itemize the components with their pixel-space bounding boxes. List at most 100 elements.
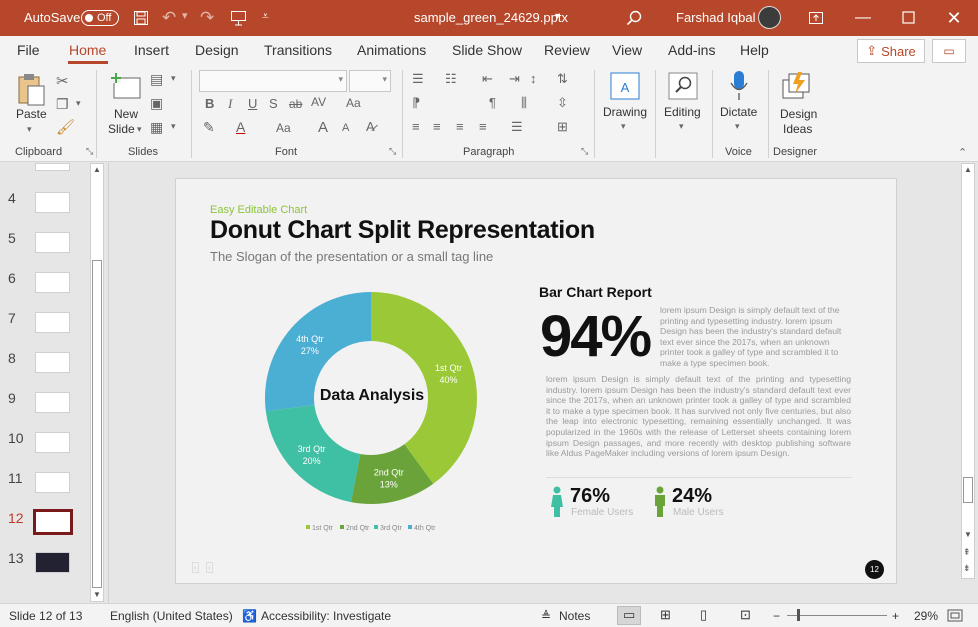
distribute-icon[interactable]: ☰ — [511, 119, 523, 135]
copy-dropdown-icon[interactable]: ▾ — [76, 98, 81, 109]
character-spacing-icon[interactable]: AV — [311, 95, 326, 109]
tab-home[interactable]: Home — [69, 42, 106, 58]
undo-icon[interactable]: ↶ — [162, 8, 176, 28]
scroll-down-icon[interactable]: ▼ — [93, 590, 101, 599]
increase-indent-icon[interactable]: ⇥ — [509, 71, 520, 87]
font-color-icon[interactable]: A — [236, 119, 245, 135]
tab-file[interactable]: File — [17, 42, 40, 58]
tab-insert[interactable]: Insert — [134, 42, 169, 58]
design-ideas-icon[interactable] — [781, 70, 811, 102]
slide-thumbnail[interactable] — [35, 432, 70, 453]
new-slide-dropdown-icon[interactable]: ▾ — [137, 124, 142, 135]
align-left-icon[interactable]: ≡ — [412, 119, 420, 134]
avatar[interactable] — [758, 6, 781, 29]
ltr-icon[interactable]: ⁋ — [412, 95, 420, 111]
zoom-slider-thumb[interactable] — [797, 609, 800, 621]
layout-icon[interactable]: ▤ — [150, 71, 163, 88]
justify-icon[interactable]: ≡ — [479, 119, 487, 134]
minimize-icon[interactable]: — — [853, 8, 873, 28]
columns-icon[interactable]: ⫼ — [521, 95, 527, 111]
underline-icon[interactable]: U — [248, 96, 257, 111]
strikethrough-icon[interactable]: ab — [289, 97, 302, 111]
font-launcher-icon[interactable]: ⤡ — [389, 146, 396, 157]
clear-format-icon[interactable]: A̷ — [366, 119, 375, 134]
text-direction-icon[interactable]: ⇅ — [557, 71, 568, 87]
highlight-icon[interactable]: ✎ — [203, 119, 215, 136]
section-icon[interactable]: ▦ — [150, 119, 163, 136]
tab-review[interactable]: Review — [544, 42, 590, 58]
slide-canvas[interactable]: Easy Editable Chart Donut Chart Split Re… — [175, 178, 897, 584]
scroll-up-icon[interactable]: ▲ — [964, 165, 972, 174]
slide-thumbnail[interactable] — [35, 312, 70, 333]
decrease-indent-icon[interactable]: ⇤ — [482, 71, 493, 87]
tab-view[interactable]: View — [612, 42, 642, 58]
paste-label[interactable]: Paste — [16, 107, 47, 121]
slide-sorter-icon[interactable]: ⊞ — [660, 607, 671, 623]
slide-prev-icon[interactable]: ‹ — [192, 562, 199, 573]
paste-dropdown-icon[interactable]: ▾ — [27, 124, 32, 135]
ribbon-display-options-icon[interactable] — [808, 10, 824, 26]
scrollbar-thumb[interactable] — [92, 260, 102, 588]
present-from-start-icon[interactable] — [230, 10, 247, 26]
bold-icon[interactable]: B — [205, 96, 214, 111]
slide-thumbnail[interactable] — [35, 552, 70, 573]
font-family-dropdown[interactable]: ▾ — [199, 70, 347, 92]
design-ideas-label-2[interactable]: Ideas — [783, 122, 812, 136]
save-icon[interactable] — [133, 10, 149, 26]
slide-next-icon[interactable]: › — [206, 562, 213, 573]
find-icon[interactable] — [668, 72, 698, 100]
share-button[interactable]: ⇪ Share — [857, 39, 925, 63]
tab-help[interactable]: Help — [740, 42, 769, 58]
slide-thumbnail[interactable] — [35, 472, 70, 493]
new-slide-label-2[interactable]: Slide — [108, 122, 135, 136]
smartart-icon[interactable]: ⊞ — [557, 119, 568, 135]
slide-thumbnail[interactable] — [35, 392, 70, 413]
previous-slide-icon[interactable]: ⇞ — [963, 547, 971, 558]
scrollbar-thumb[interactable] — [963, 477, 973, 503]
align-center-icon[interactable]: ≡ — [433, 119, 441, 134]
paragraph-launcher-icon[interactable]: ⤡ — [581, 146, 588, 157]
zoom-in-icon[interactable]: + — [892, 609, 899, 623]
align-right-icon[interactable]: ≡ — [456, 119, 464, 134]
editing-label[interactable]: Editing — [664, 105, 701, 119]
drawing-label[interactable]: Drawing — [603, 105, 647, 119]
undo-dropdown-icon[interactable]: ▾ — [182, 9, 188, 22]
redo-icon[interactable]: ↷ — [200, 8, 214, 28]
slide-thumbnail[interactable] — [35, 352, 70, 373]
scroll-up-icon[interactable]: ▲ — [93, 165, 101, 174]
paste-icon[interactable] — [16, 72, 46, 106]
numbering-icon[interactable]: ☷ — [445, 71, 457, 87]
copy-icon[interactable]: ❐ — [56, 96, 69, 113]
clipboard-launcher-icon[interactable]: ⤡ — [86, 146, 93, 157]
align-text-icon[interactable]: ⇳ — [557, 95, 568, 111]
maximize-icon[interactable] — [902, 11, 915, 24]
fit-to-window-icon[interactable] — [947, 609, 963, 622]
bullets-icon[interactable]: ☰ — [412, 71, 424, 87]
tab-add-ins[interactable]: Add-ins — [668, 42, 715, 58]
title-dropdown-icon[interactable]: ▾ — [555, 11, 560, 22]
font-size-dropdown[interactable]: ▾ — [349, 70, 391, 92]
slide-thumbnail[interactable] — [35, 192, 70, 213]
close-icon[interactable]: ✕ — [944, 8, 964, 28]
thumbnail-scrollbar[interactable]: ▲ ▼ — [90, 163, 104, 602]
comments-button[interactable]: ▭ — [932, 39, 966, 63]
customize-toolbar-icon[interactable]: ⩡ — [262, 9, 269, 24]
drawing-icon[interactable]: A — [610, 72, 640, 102]
section-dropdown-icon[interactable]: ▾ — [171, 121, 176, 132]
zoom-out-icon[interactable]: − — [773, 609, 780, 623]
layout-dropdown-icon[interactable]: ▾ — [171, 73, 176, 84]
editing-dropdown-icon[interactable]: ▾ — [679, 121, 684, 132]
line-spacing-icon[interactable]: ↕ — [530, 71, 537, 86]
change-case-icon[interactable]: Aa — [346, 96, 361, 110]
drawing-dropdown-icon[interactable]: ▾ — [621, 121, 626, 132]
dictate-label[interactable]: Dictate — [720, 105, 757, 119]
accessibility-status[interactable]: Accessibility: Investigate — [261, 609, 391, 623]
editor-scrollbar[interactable]: ▲ ▼ ⇞ ⇟ — [961, 163, 975, 579]
font-size-case-icon[interactable]: Aa — [276, 121, 291, 135]
tab-animations[interactable]: Animations — [357, 42, 426, 58]
rtl-icon[interactable]: ¶ — [489, 95, 496, 110]
reading-view-icon[interactable]: ▯ — [700, 607, 707, 623]
collapse-ribbon-icon[interactable]: ⌃ — [958, 146, 967, 159]
notes-button[interactable]: Notes — [559, 609, 590, 623]
notes-icon[interactable]: ≜ — [541, 609, 551, 623]
